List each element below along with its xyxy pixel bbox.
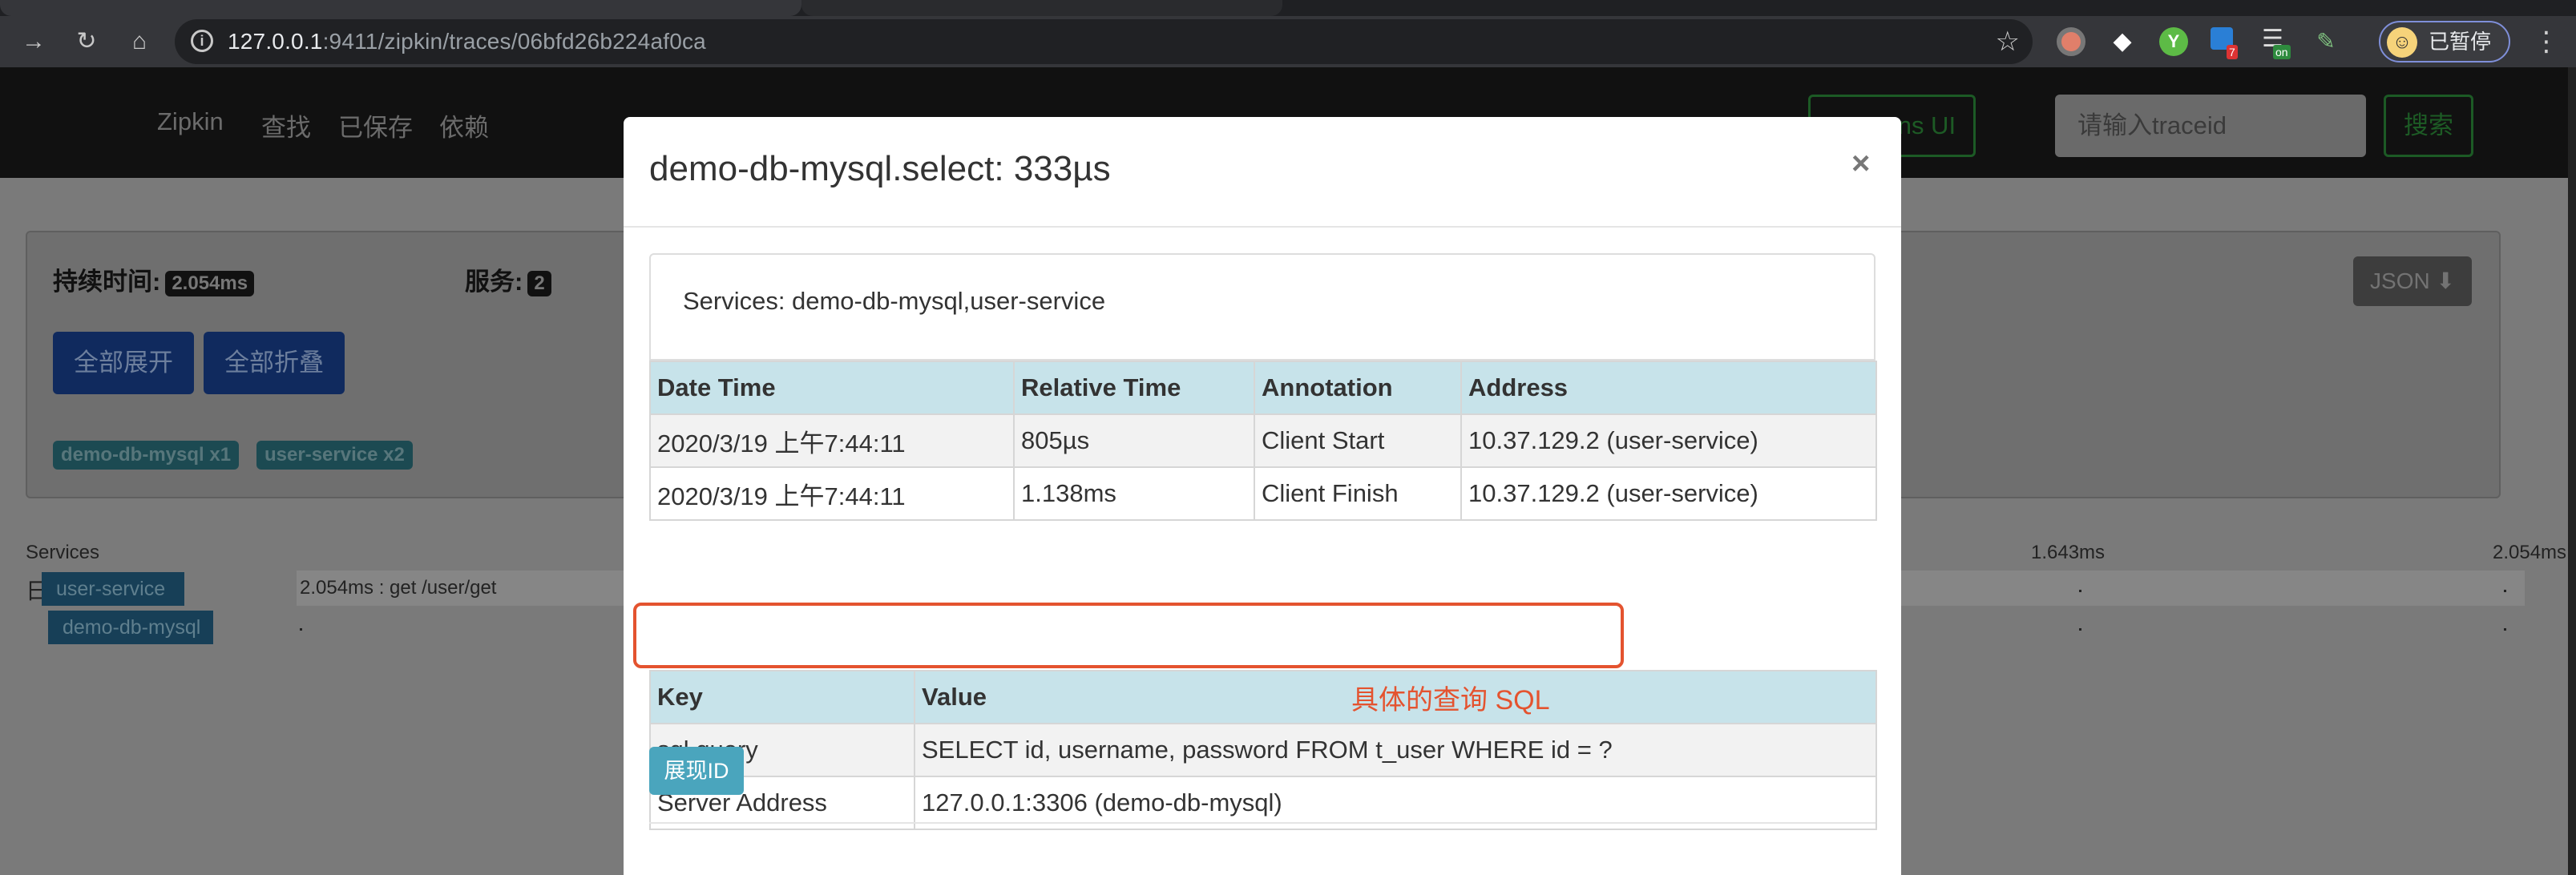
browser-menu-icon[interactable]: ⋮ — [2533, 26, 2560, 58]
table-cell: Client Finish — [1254, 466, 1462, 521]
modal-title: demo-db-mysql.select: 333µs — [649, 149, 1111, 188]
close-icon[interactable]: × — [1851, 146, 1870, 182]
reload-icon[interactable]: ↻ — [71, 26, 103, 58]
browser-tab-strip — [0, 0, 2576, 16]
span-service-user-service[interactable]: user-service — [42, 572, 184, 606]
record-extension-icon[interactable] — [2057, 27, 2085, 56]
column-header: Annotation — [1254, 361, 1462, 415]
table-cell: 805µs — [1013, 413, 1255, 468]
avatar-icon: ☺ — [2387, 27, 2417, 58]
diamond-extension-icon[interactable]: ◆ — [2108, 27, 2137, 56]
table-row: 2020/3/19 上午7:44:11 805µs Client Start 1… — [649, 413, 1877, 468]
address-bar[interactable]: i 127.0.0.1:9411/zipkin/traces/06bfd26b2… — [175, 19, 2033, 64]
annotation-note: 具体的查询 SQL — [1351, 685, 1550, 716]
extension-badge: 7 — [2227, 45, 2238, 59]
span-detail-modal: demo-db-mysql.select: 333µs × Services: … — [624, 117, 1901, 875]
service-filter-badge[interactable]: user-service x2 — [256, 441, 413, 470]
table-row: sql.query SELECT id, username, password … — [649, 723, 1877, 777]
profile-paused-button[interactable]: ☺ 已暂停 — [2379, 21, 2510, 62]
expand-all-button[interactable]: 全部展开 — [53, 332, 194, 394]
tag-value: SELECT id, username, password FROM t_use… — [914, 723, 1877, 777]
show-id-button[interactable]: 展现ID — [649, 747, 744, 795]
table-row: 2020/3/19 上午7:44:11 1.138ms Client Finis… — [649, 466, 1877, 521]
browser-toolbar: → ↻ ⌂ i 127.0.0.1:9411/zipkin/traces/06b… — [0, 16, 2576, 67]
modal-header: demo-db-mysql.select: 333µs × — [624, 117, 1901, 228]
forward-icon[interactable]: → — [18, 26, 50, 58]
sql-highlight-box — [633, 603, 1624, 668]
table-cell: 2020/3/19 上午7:44:11 — [649, 466, 1015, 521]
eyedropper-extension-icon[interactable]: ✎ — [2312, 27, 2340, 56]
timeline-dot — [2079, 628, 2081, 631]
url-text[interactable]: 127.0.0.1:9411/zipkin/traces/06bfd26b224… — [228, 29, 706, 54]
traceid-input[interactable]: 请输入traceid — [2055, 95, 2366, 157]
timeline-dot — [2504, 628, 2506, 631]
column-header: Date Time — [649, 361, 1015, 415]
services-value: demo-db-mysql,user-service — [792, 287, 1106, 315]
brand-link[interactable]: Zipkin — [157, 107, 224, 136]
timeline-dot — [2079, 590, 2081, 592]
services-header: Services — [26, 542, 100, 563]
span-service-demo-db-mysql[interactable]: demo-db-mysql — [48, 611, 213, 644]
y-extension-icon[interactable]: Y — [2159, 27, 2188, 56]
column-header: Address — [1460, 361, 1877, 415]
services-label: Services: — [683, 287, 785, 315]
service-filter-badge[interactable]: demo-db-mysql x1 — [53, 441, 240, 470]
nav-find-link[interactable]: 查找 — [261, 107, 311, 143]
search-button[interactable]: 搜索 — [2384, 95, 2473, 157]
duration-summary: 持续时间: 2.054ms — [53, 261, 255, 297]
modal-divider — [649, 822, 1875, 824]
span-label[interactable]: 2.054ms : get /user/get — [300, 577, 496, 599]
collapse-all-button[interactable]: 全部折叠 — [204, 332, 345, 394]
time-tick: 2.054ms — [2493, 542, 2567, 563]
nav-dependencies-link[interactable]: 依赖 — [439, 107, 489, 143]
services-count-badge: 2 — [527, 270, 551, 296]
table-cell: 10.37.129.2 (user-service) — [1460, 466, 1877, 521]
tags-table: Key Value sql.query SELECT id, username,… — [649, 670, 1877, 830]
nav-saved-link[interactable]: 已保存 — [338, 107, 413, 143]
pause-label: 已暂停 — [2429, 30, 2492, 54]
table-cell: 10.37.129.2 (user-service) — [1460, 413, 1877, 468]
json-download-button[interactable]: JSON ⬇ — [2353, 256, 2472, 306]
home-icon[interactable]: ⌂ — [123, 26, 155, 58]
browser-tab[interactable] — [801, 0, 1282, 16]
site-info-icon[interactable]: i — [191, 30, 213, 52]
browser-tab[interactable] — [0, 0, 801, 16]
column-header: Relative Time — [1013, 361, 1255, 415]
time-tick: 1.643ms — [2031, 542, 2106, 563]
page-scrollbar[interactable] — [2568, 67, 2576, 875]
extension-badge: on — [2273, 45, 2291, 59]
timeline-dot — [2504, 590, 2506, 592]
column-header: Key — [649, 670, 915, 724]
bookmark-star-icon[interactable]: ☆ — [1996, 26, 2020, 58]
annotations-table: Date Time Relative Time Annotation Addre… — [649, 361, 1877, 521]
services-summary: 服务: 2 — [465, 261, 551, 297]
table-cell: 2020/3/19 上午7:44:11 — [649, 413, 1015, 468]
table-cell: Client Start — [1254, 413, 1462, 468]
download-icon: ⬇ — [2436, 268, 2455, 293]
duration-badge: 2.054ms — [165, 270, 255, 296]
timeline-dot — [300, 628, 302, 631]
table-cell: 1.138ms — [1013, 466, 1255, 521]
services-panel: Services: demo-db-mysql,user-service — [649, 253, 1875, 361]
